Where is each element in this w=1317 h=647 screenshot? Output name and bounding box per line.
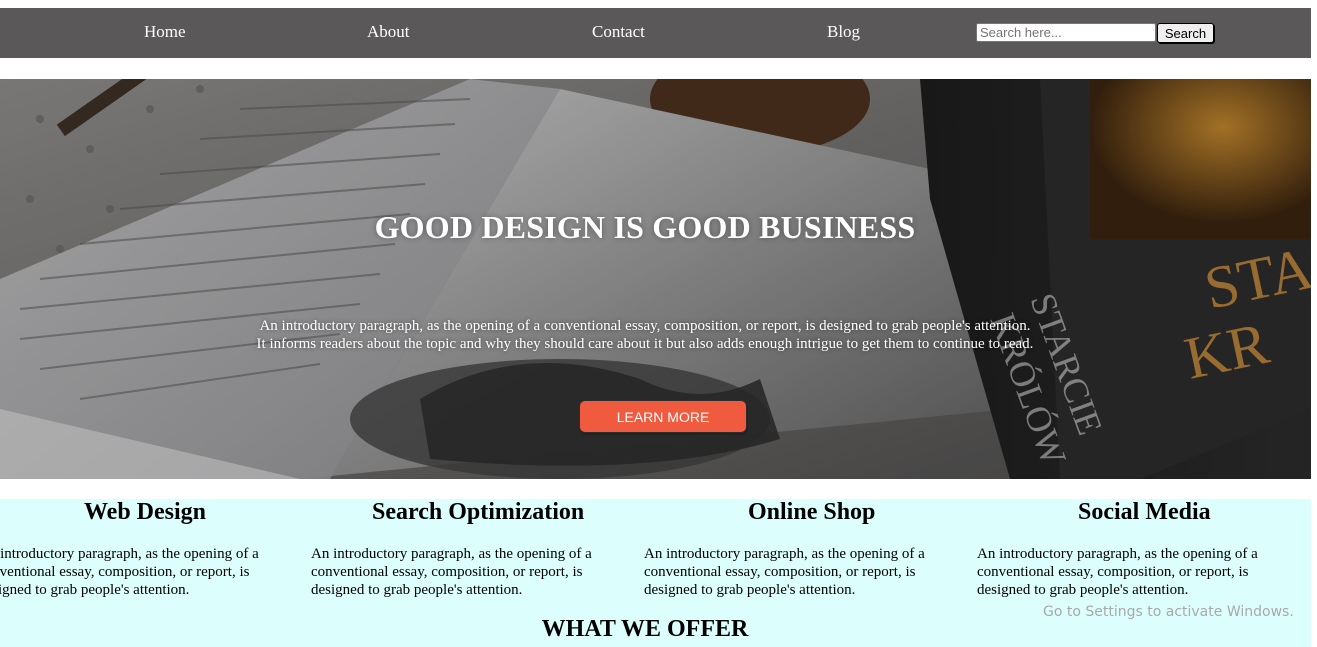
hero-paragraph: An introductory paragraph, as the openin…	[160, 317, 1130, 353]
nav-link-contact[interactable]: Contact	[592, 22, 645, 42]
learn-more-button[interactable]: LEARN MORE	[579, 400, 747, 433]
service-title: Search Optimization	[372, 499, 585, 525]
hero-paragraph-line-1: An introductory paragraph, as the openin…	[259, 318, 1031, 334]
navbar: Home About Contact Blog Search	[0, 8, 1311, 58]
nav-link-about[interactable]: About	[367, 22, 410, 42]
windows-activation-watermark: Go to Settings to activate Windows.	[1043, 604, 1294, 620]
search-input[interactable]	[976, 23, 1156, 42]
hero-banner: STA KR STARCIE KRÓLÓW GOOD DESIGN IS GOO…	[0, 79, 1311, 479]
hero-title: GOOD DESIGN IS GOOD BUSINESS	[374, 209, 916, 245]
what-we-offer-heading: WHAT WE OFFER	[541, 616, 749, 642]
service-description: An introductory paragraph, as the openin…	[977, 546, 1258, 598]
service-description: An introductory paragraph, as the openin…	[311, 546, 592, 598]
service-description: An introductory paragraph, as the openin…	[0, 546, 259, 598]
service-title: Social Media	[1078, 499, 1211, 525]
nav-link-home[interactable]: Home	[144, 22, 186, 42]
hero-paragraph-line-2: It informs readers about the topic and w…	[256, 336, 1034, 352]
service-title: Online Shop	[748, 499, 876, 525]
nav-link-blog[interactable]: Blog	[827, 22, 860, 42]
service-description: An introductory paragraph, as the openin…	[644, 546, 925, 598]
services-section: Web Design An introductory paragraph, as…	[0, 499, 1311, 647]
service-title: Web Design	[84, 499, 207, 525]
search-button[interactable]: Search	[1157, 23, 1214, 43]
